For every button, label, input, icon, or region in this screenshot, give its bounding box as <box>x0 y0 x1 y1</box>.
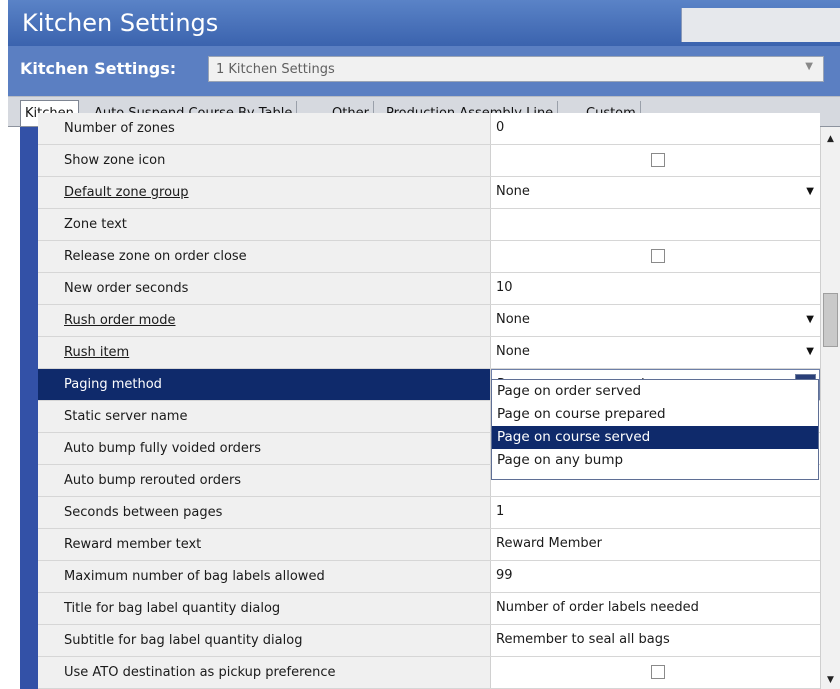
property-value[interactable]: None ▼ <box>491 305 820 336</box>
property-value-text: 99 <box>496 568 513 583</box>
property-value-text: 0 <box>496 120 505 135</box>
dropdown-option-page-on-course-served[interactable]: Page on course served <box>492 426 818 449</box>
checkbox[interactable] <box>651 665 665 679</box>
property-value-text: Remember to seal all bags <box>496 632 670 647</box>
kitchen-settings-window: Kitchen Settings Kitchen Settings: 1 Kit… <box>8 0 840 689</box>
property-name: Maximum number of bag labels allowed <box>38 561 491 592</box>
property-value-text: 1 <box>496 504 505 519</box>
property-value[interactable]: Number of order labels needed <box>491 593 820 624</box>
property-value-text: None <box>496 184 530 199</box>
settings-selector-combo[interactable]: 1 Kitchen Settings ▼ <box>208 56 824 82</box>
property-value-text: None <box>496 344 530 359</box>
property-name: Static server name <box>38 401 491 432</box>
property-row-title-for-bag-label-quantity-dialog[interactable]: Title for bag label quantity dialog Numbe… <box>38 593 820 625</box>
chevron-down-icon[interactable]: ▼ <box>806 305 814 335</box>
property-row-rush-item[interactable]: Rush item None ▼ <box>38 337 820 369</box>
property-value[interactable] <box>491 145 820 176</box>
checkbox[interactable] <box>651 249 665 263</box>
property-row-number-of-zones[interactable]: Number of zones 0 <box>38 113 820 145</box>
property-value-text: None <box>496 312 530 327</box>
property-value[interactable] <box>491 209 820 240</box>
property-value[interactable]: Reward Member <box>491 529 820 560</box>
property-value-text: 10 <box>496 280 513 295</box>
property-row-reward-member-text[interactable]: Reward member text Reward Member <box>38 529 820 561</box>
property-name: New order seconds <box>38 273 491 304</box>
property-name: Use ATO destination as pickup preference <box>38 657 491 688</box>
property-name: Auto bump fully voided orders <box>38 433 491 464</box>
paging-method-dropdown-list: Page on order served Page on course prepa… <box>491 379 819 480</box>
property-name: Show zone icon <box>38 145 491 176</box>
window-title: Kitchen Settings <box>22 9 219 37</box>
property-value[interactable]: 99 <box>491 561 820 592</box>
property-row-default-zone-group[interactable]: Default zone group None ▼ <box>38 177 820 209</box>
chevron-down-icon[interactable]: ▼ <box>806 177 814 207</box>
property-value[interactable]: None ▼ <box>491 177 820 208</box>
property-row-zone-text[interactable]: Zone text <box>38 209 820 241</box>
property-row-release-zone-on-order-close[interactable]: Release zone on order close <box>38 241 820 273</box>
property-name: Number of zones <box>38 113 491 144</box>
property-row-subtitle-for-bag-label-quantity-dialog[interactable]: Subtitle for bag label quantity dialog Re… <box>38 625 820 657</box>
property-name: Auto bump rerouted orders <box>38 465 491 496</box>
property-value[interactable]: 1 <box>491 497 820 528</box>
property-row-seconds-between-pages[interactable]: Seconds between pages 1 <box>38 497 820 529</box>
property-value[interactable]: Remember to seal all bags <box>491 625 820 656</box>
property-name: Paging method <box>38 369 491 400</box>
vertical-scrollbar[interactable]: ▲ ▼ <box>820 127 840 689</box>
property-row-maximum-number-of-bag-labels-allowed[interactable]: Maximum number of bag labels allowed 99 <box>38 561 820 593</box>
property-name: Subtitle for bag label quantity dialog <box>38 625 491 656</box>
property-value-text: Number of order labels needed <box>496 600 699 615</box>
property-value[interactable]: 0 <box>491 113 820 144</box>
property-row-new-order-seconds[interactable]: New order seconds 10 <box>38 273 820 305</box>
dropdown-option-page-on-course-prepared[interactable]: Page on course prepared <box>492 403 818 426</box>
chevron-down-icon[interactable]: ▼ <box>805 61 813 72</box>
property-name: Seconds between pages <box>38 497 491 528</box>
property-value[interactable] <box>491 241 820 272</box>
dropdown-option-page-on-any-bump[interactable]: Page on any bump <box>492 449 818 472</box>
checkbox[interactable] <box>651 153 665 167</box>
scroll-down-icon[interactable]: ▼ <box>823 672 838 688</box>
dropdown-option-page-on-order-served[interactable]: Page on order served <box>492 380 818 403</box>
row-header-bar <box>20 127 38 689</box>
settings-selector-value: 1 Kitchen Settings <box>216 62 335 77</box>
property-row-use-ato-destination-as-pickup-preference[interactable]: Use ATO destination as pickup preference <box>38 657 820 689</box>
scroll-up-icon[interactable]: ▲ <box>823 131 838 147</box>
property-name: Reward member text <box>38 529 491 560</box>
property-row-rush-order-mode[interactable]: Rush order mode None ▼ <box>38 305 820 337</box>
property-name: Release zone on order close <box>38 241 491 272</box>
property-value[interactable] <box>491 657 820 688</box>
title-bar-panel <box>681 8 840 42</box>
property-name: Zone text <box>38 209 491 240</box>
chevron-down-icon[interactable]: ▼ <box>806 337 814 367</box>
property-value[interactable]: 10 <box>491 273 820 304</box>
settings-selector-label: Kitchen Settings: <box>20 59 177 78</box>
property-row-show-zone-icon[interactable]: Show zone icon <box>38 145 820 177</box>
property-name: Title for bag label quantity dialog <box>38 593 491 624</box>
settings-selector-bar: Kitchen Settings: 1 Kitchen Settings ▼ <box>8 46 840 96</box>
property-value[interactable]: None ▼ <box>491 337 820 368</box>
scrollbar-thumb[interactable] <box>823 293 838 347</box>
property-name: Rush order mode <box>38 305 491 336</box>
property-name: Default zone group <box>38 177 491 208</box>
property-name: Rush item <box>38 337 491 368</box>
title-bar: Kitchen Settings <box>8 0 840 46</box>
property-value-text: Reward Member <box>496 536 603 551</box>
